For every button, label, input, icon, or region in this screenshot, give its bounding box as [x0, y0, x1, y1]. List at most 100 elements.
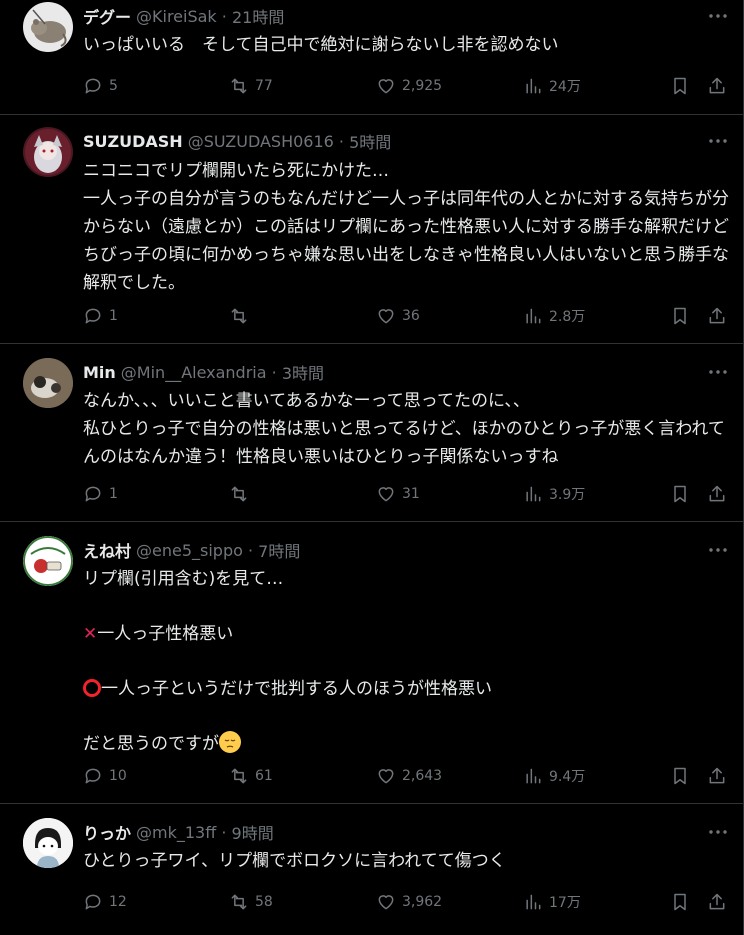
tweet[interactable]: SUZUDASH @SUZUDASH0616 · 5時間 ニコニコでリプ欄開いた… — [0, 115, 743, 344]
user-handle[interactable]: @mk_13ff — [136, 823, 216, 842]
share-icon — [709, 485, 725, 502]
like-button[interactable]: 3,962 — [376, 890, 442, 914]
repost-count: 61 — [255, 768, 273, 784]
bookmark-button[interactable] — [670, 764, 690, 788]
tweet-header: SUZUDASH @SUZUDASH0616 · 5時間 — [83, 129, 391, 153]
like-count: 3,962 — [402, 894, 443, 910]
repost-button[interactable]: 77 — [229, 74, 273, 98]
like-button[interactable]: 2,643 — [376, 764, 442, 788]
avatar[interactable] — [23, 127, 73, 177]
view-count: 2.8万 — [549, 309, 586, 325]
action-bar: 10 61 2,643 9.4万 — [83, 764, 733, 788]
tweet[interactable]: Min @Min__Alexandria · 3時間 なんか、、、いいこと書いて… — [0, 344, 743, 522]
bookmark-icon — [674, 307, 686, 325]
tweet-header: デグー @KireiSak · 21時間 — [83, 4, 284, 28]
more-options-icon[interactable] — [706, 540, 730, 560]
like-button[interactable]: 2,925 — [376, 74, 442, 98]
action-bar: 1 36 2.8万 — [83, 304, 733, 328]
views-button[interactable]: 24万 — [523, 74, 581, 98]
display-name[interactable]: りっか — [83, 820, 131, 844]
share-button[interactable] — [707, 764, 727, 788]
tweet-header: Min @Min__Alexandria · 3時間 — [83, 360, 324, 384]
repost-button[interactable] — [229, 304, 255, 328]
tweet[interactable]: えね村 @ene5_sippo · 7時間 リプ欄(引用含む)を見て… ✕一人っ… — [0, 522, 743, 804]
like-button[interactable]: 36 — [376, 304, 420, 328]
view-count: 3.9万 — [549, 487, 586, 503]
views-button[interactable]: 3.9万 — [523, 482, 585, 506]
reply-icon — [85, 308, 101, 324]
timestamp[interactable]: 7時間 — [258, 538, 300, 562]
bookmark-button[interactable] — [670, 74, 690, 98]
avatar[interactable] — [23, 536, 73, 586]
user-handle[interactable]: @KireiSak — [136, 7, 217, 26]
tweet[interactable]: りっか @mk_13ff · 9時間 ひとりっ子ワイ、リプ欄でボロクソに言われて… — [0, 804, 743, 935]
repost-button[interactable] — [229, 482, 255, 506]
reply-button[interactable]: 5 — [83, 74, 118, 98]
repost-button[interactable]: 58 — [229, 890, 273, 914]
circle-mark-icon — [83, 679, 101, 697]
heart-icon — [378, 487, 394, 502]
share-icon — [709, 767, 725, 784]
avatar[interactable] — [23, 2, 73, 52]
tweet-text: ニコニコでリプ欄開いたら死にかけた… 一人っ子の自分が言うのもなんだけど一人っ子… — [83, 161, 729, 293]
avatar[interactable] — [23, 358, 73, 408]
tweet-line: 一人っ子というだけで批判する人のほうが性格悪い — [101, 679, 492, 699]
timeline-feed: デグー @KireiSak · 21時間 いっぱいいる そして自己中で絶対に謝ら… — [0, 0, 744, 935]
views-button[interactable]: 17万 — [523, 890, 581, 914]
reply-count: 12 — [109, 894, 127, 910]
bookmark-icon — [674, 767, 686, 785]
timestamp[interactable]: 9時間 — [232, 820, 274, 844]
tweet-text: ひとりっ子ワイ、リプ欄でボロクソに言われてて傷つく — [83, 851, 506, 871]
user-handle[interactable]: @ene5_sippo — [136, 541, 243, 560]
avatar[interactable] — [23, 818, 73, 868]
reply-button[interactable]: 1 — [83, 482, 118, 506]
display-name[interactable]: デグー — [83, 4, 131, 28]
more-options-icon[interactable] — [706, 6, 730, 26]
repost-icon — [231, 78, 247, 94]
views-button[interactable]: 9.4万 — [523, 764, 585, 788]
bookmark-button[interactable] — [670, 304, 690, 328]
reply-count: 10 — [109, 768, 127, 784]
repost-button[interactable]: 61 — [229, 764, 273, 788]
action-bar: 12 58 3,962 17万 — [83, 890, 733, 914]
views-icon — [526, 486, 541, 502]
timestamp[interactable]: 5時間 — [349, 129, 391, 153]
display-name[interactable]: SUZUDASH — [83, 132, 183, 151]
views-icon — [526, 78, 541, 94]
share-button[interactable] — [707, 482, 727, 506]
display-name[interactable]: えね村 — [83, 538, 131, 562]
tweet-line: リプ欄(引用含む)を見て… — [83, 569, 284, 589]
reply-button[interactable]: 10 — [83, 764, 127, 788]
tweet[interactable]: デグー @KireiSak · 21時間 いっぱいいる そして自己中で絶対に謝ら… — [0, 0, 743, 115]
bookmark-button[interactable] — [670, 482, 690, 506]
view-count: 17万 — [549, 895, 581, 911]
reply-button[interactable]: 12 — [83, 890, 127, 914]
heart-icon — [378, 769, 394, 784]
timestamp[interactable]: 21時間 — [232, 4, 284, 28]
tweet-line: だと思うのですが — [83, 734, 219, 754]
views-button[interactable]: 2.8万 — [523, 304, 585, 328]
like-button[interactable]: 31 — [376, 482, 420, 506]
view-count: 24万 — [549, 79, 581, 95]
timestamp[interactable]: 3時間 — [282, 360, 324, 384]
more-options-icon[interactable] — [706, 362, 730, 382]
share-button[interactable] — [707, 304, 727, 328]
more-options-icon[interactable] — [706, 822, 730, 842]
share-button[interactable] — [707, 890, 727, 914]
bookmark-button[interactable] — [670, 890, 690, 914]
share-icon — [709, 307, 725, 324]
user-handle[interactable]: @Min__Alexandria — [121, 363, 267, 382]
share-button[interactable] — [707, 74, 727, 98]
heart-icon — [378, 309, 394, 324]
repost-icon — [231, 768, 247, 784]
user-handle[interactable]: @SUZUDASH0616 — [188, 132, 334, 151]
display-name[interactable]: Min — [83, 363, 116, 382]
reply-icon — [85, 768, 101, 784]
repost-icon — [231, 894, 247, 910]
reply-button[interactable]: 1 — [83, 304, 118, 328]
heart-icon — [378, 895, 394, 910]
more-options-icon[interactable] — [706, 131, 730, 151]
reply-icon — [85, 78, 101, 94]
bookmark-icon — [674, 893, 686, 911]
tweet-text: いっぱいいる そして自己中で絶対に謝らないし非を認めない — [83, 35, 559, 55]
